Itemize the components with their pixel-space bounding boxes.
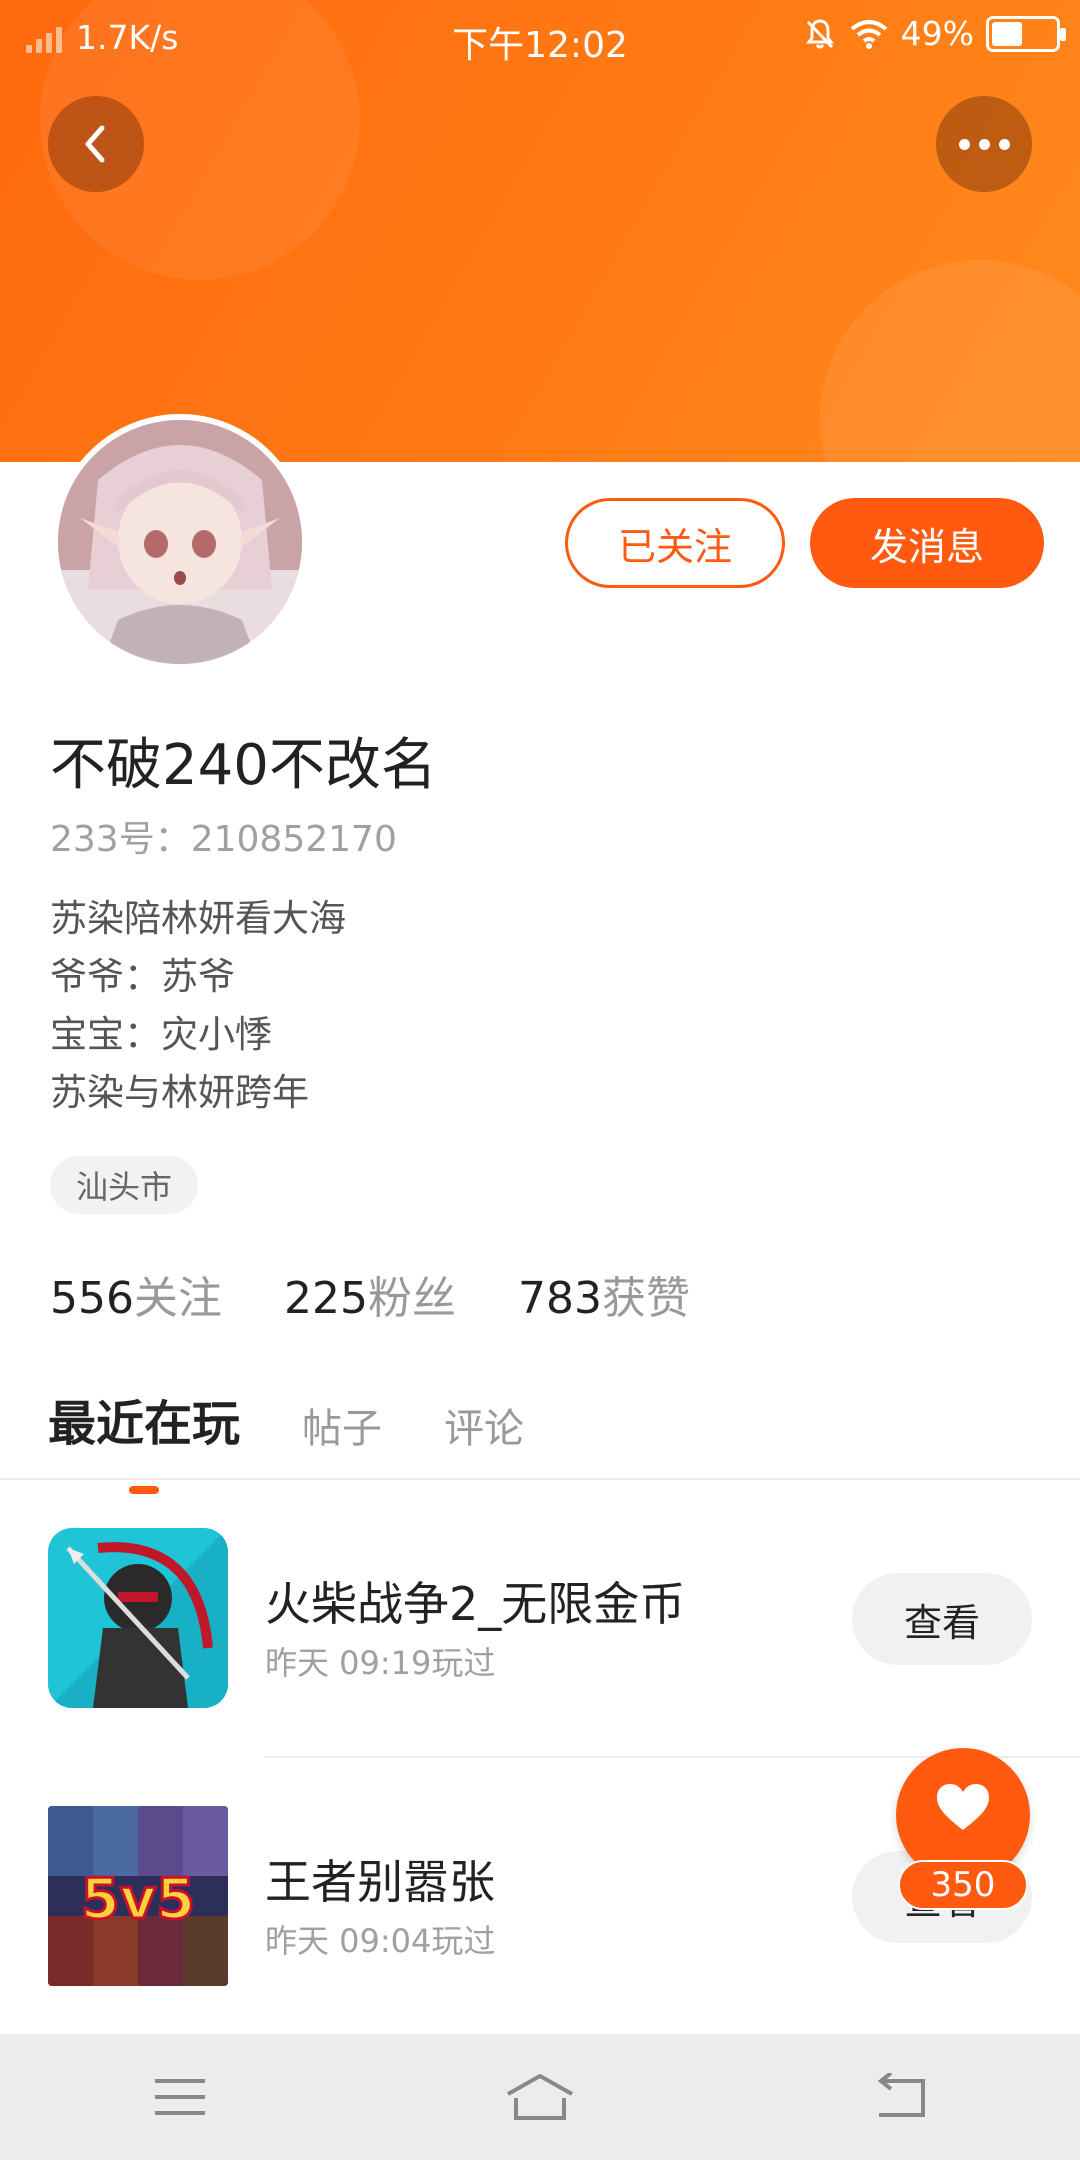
5v5-game-icon: 5v5 [48,1806,228,1986]
game-title: 王者别嚣张 [265,1855,495,1909]
status-bar: 1.7K/s 下午12:02 49% [0,0,1080,74]
stats-row: 556关注 225粉丝 783获赞 [50,1262,690,1326]
like-count-badge: 350 [898,1860,1028,1910]
stat-likes[interactable]: 783获赞 [518,1262,690,1326]
stat-label: 获赞 [601,1273,690,1324]
battery-percent: 49% [900,14,974,53]
game-title: 火柴战争2_无限金币 [265,1577,686,1631]
profile-tabs: 最近在玩 帖子 评论 [48,1384,524,1454]
wifi-icon [850,19,887,49]
followed-button[interactable]: 已关注 [565,498,785,588]
more-dots-icon [958,138,1010,150]
played-time: 昨天 09:04玩过 [265,1922,496,1960]
avatar[interactable] [52,414,308,670]
header-decoration [820,260,1080,462]
menu-nav-button[interactable] [135,2062,225,2132]
heart-icon [937,1784,989,1830]
bio-line: 宝宝：灾小悸 [50,1013,272,1056]
send-message-button[interactable]: 发消息 [810,498,1044,588]
profile-header-banner: 1.7K/s 下午12:02 49% [0,0,1080,462]
stat-following[interactable]: 556关注 [50,1262,222,1326]
menu-icon [155,2079,205,2115]
bio-line: 苏染陪林妍看大海 [50,897,346,940]
battery-icon [986,15,1066,52]
home-nav-button[interactable] [495,2062,585,2132]
stick-war-icon [48,1528,228,1708]
bio-line: 苏染与林妍跨年 [50,1071,309,1114]
mute-bell-icon [805,18,834,48]
game-icon-text: 5v5 [81,1867,195,1932]
stat-value: 556 [50,1273,134,1324]
tab-comments[interactable]: 评论 [444,1396,524,1454]
stat-label: 粉丝 [367,1273,456,1324]
bio: 苏染陪林妍看大海 爷爷：苏爷 宝宝：灾小悸 苏染与林妍跨年 [50,890,346,1122]
avatar-illustration [58,420,302,664]
location-tag: 汕头市 [50,1156,199,1214]
user-id: 233号：210852170 [50,819,397,860]
stat-value: 783 [517,1273,602,1324]
stat-label: 关注 [133,1273,222,1324]
back-nav-button[interactable] [855,2062,945,2132]
played-time: 昨天 09:19玩过 [265,1644,496,1682]
battery-fill [992,21,1023,46]
back-button[interactable] [48,96,144,192]
view-button[interactable]: 查看 [852,1573,1032,1665]
system-nav-bar [0,2034,1080,2160]
username: 不破240不改名 [50,733,437,798]
return-icon [877,2073,925,2117]
tab-posts[interactable]: 帖子 [302,1396,382,1454]
home-icon [507,2074,573,2120]
chevron-left-icon [85,125,105,163]
stat-followers[interactable]: 225粉丝 [284,1262,456,1326]
tab-recently-played[interactable]: 最近在玩 [48,1384,240,1454]
divider [0,1478,1080,1480]
bio-line: 爷爷：苏爷 [50,955,235,998]
stat-value: 225 [283,1273,368,1324]
more-options-button[interactable] [936,96,1032,192]
